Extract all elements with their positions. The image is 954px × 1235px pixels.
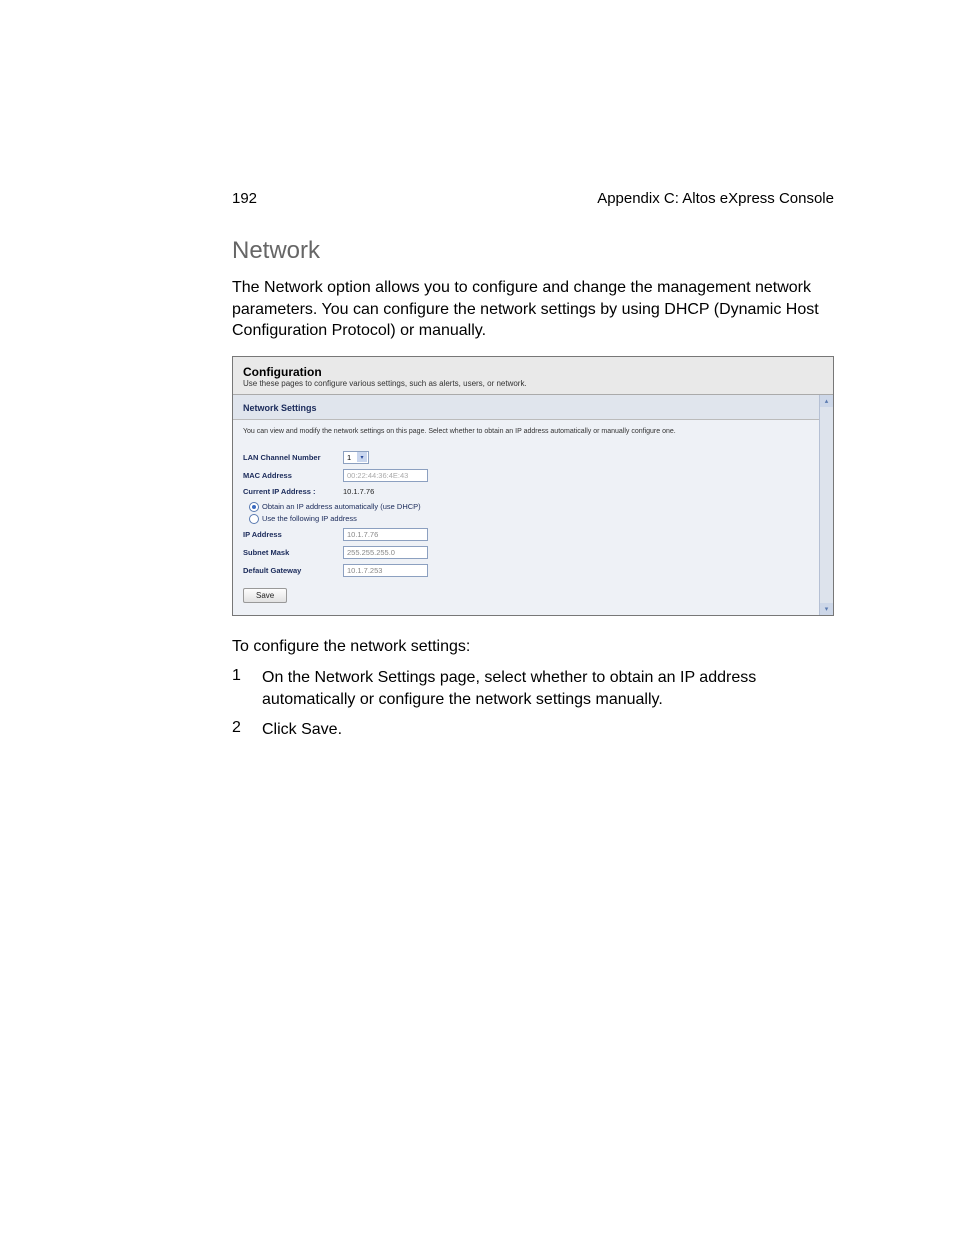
lan-channel-select[interactable]: 1 ▾ (343, 451, 369, 464)
chevron-down-icon: ▾ (357, 452, 367, 462)
current-ip-row: Current IP Address : 10.1.7.76 (243, 487, 809, 496)
document-page: 192 Appendix C: Altos eXpress Console Ne… (0, 0, 954, 808)
radio-static[interactable] (249, 514, 259, 524)
default-gateway-label: Default Gateway (243, 566, 343, 575)
scroll-down-icon[interactable]: ▾ (820, 603, 833, 615)
default-gateway-input[interactable]: 10.1.7.253 (343, 564, 428, 577)
panel-title: Network Settings (233, 395, 819, 420)
instructions-lead: To configure the network settings: (232, 636, 834, 658)
config-subtitle: Use these pages to configure various set… (243, 379, 823, 388)
mac-address-input[interactable]: 00:22:44:36:4E:43 (343, 469, 428, 482)
config-title: Configuration (243, 365, 823, 379)
step-1-number: 1 (232, 667, 262, 710)
save-button[interactable]: Save (243, 588, 287, 603)
config-header: Configuration Use these pages to configu… (233, 357, 833, 394)
ip-address-label: IP Address (243, 530, 343, 539)
step-1-text: On the Network Settings page, select whe… (262, 667, 834, 710)
lan-channel-label: LAN Channel Number (243, 453, 343, 462)
radio-static-row[interactable]: Use the following IP address (249, 514, 809, 524)
page-header: 192 Appendix C: Altos eXpress Console (232, 190, 834, 207)
radio-dhcp-row[interactable]: Obtain an IP address automatically (use … (249, 502, 809, 512)
page-number: 192 (232, 190, 257, 207)
step-2-text: Click Save. (262, 719, 342, 741)
config-screenshot: Configuration Use these pages to configu… (232, 356, 834, 616)
chapter-title: Appendix C: Altos eXpress Console (597, 190, 834, 207)
step-2-number: 2 (232, 719, 262, 741)
scrollbar[interactable]: ▴ ▾ (819, 395, 833, 615)
network-settings-panel: Network Settings You can view and modify… (233, 395, 819, 615)
ip-mode-radio-group: Obtain an IP address automatically (use … (249, 502, 809, 524)
subnet-mask-label: Subnet Mask (243, 548, 343, 557)
mac-address-row: MAC Address 00:22:44:36:4E:43 (243, 469, 809, 482)
step-2: 2 Click Save. (232, 719, 834, 741)
ip-address-row: IP Address 10.1.7.76 (243, 528, 809, 541)
subnet-mask-row: Subnet Mask 255.255.255.0 (243, 546, 809, 559)
intro-paragraph: The Network option allows you to configu… (232, 277, 834, 342)
ip-address-input[interactable]: 10.1.7.76 (343, 528, 428, 541)
radio-dhcp[interactable] (249, 502, 259, 512)
step-1: 1 On the Network Settings page, select w… (232, 667, 834, 710)
radio-dhcp-label: Obtain an IP address automatically (use … (262, 502, 421, 511)
default-gateway-row: Default Gateway 10.1.7.253 (243, 564, 809, 577)
current-ip-label: Current IP Address : (243, 487, 343, 496)
lan-channel-value: 1 (347, 453, 351, 462)
subnet-mask-input[interactable]: 255.255.255.0 (343, 546, 428, 559)
panel-description: You can view and modify the network sett… (243, 428, 809, 435)
current-ip-value: 10.1.7.76 (343, 487, 374, 496)
radio-static-label: Use the following IP address (262, 514, 357, 523)
section-heading: Network (232, 237, 834, 265)
lan-channel-row: LAN Channel Number 1 ▾ (243, 451, 809, 464)
scroll-up-icon[interactable]: ▴ (820, 395, 833, 407)
mac-address-label: MAC Address (243, 471, 343, 480)
